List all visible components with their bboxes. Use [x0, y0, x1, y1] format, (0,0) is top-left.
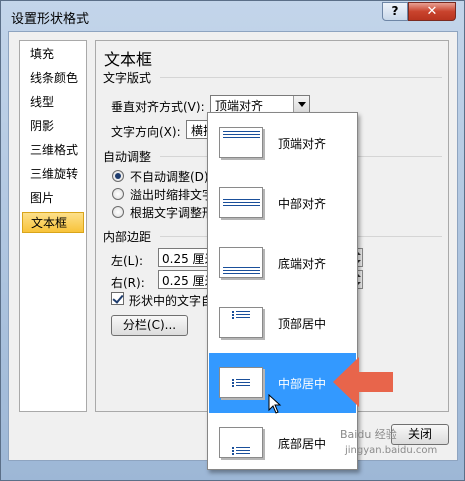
nav-item-line-style[interactable]: 线型	[22, 92, 84, 113]
nav-item-shadow[interactable]: 阴影	[22, 116, 84, 137]
dropdown-option-top-centered[interactable]: 顶部居中	[209, 293, 356, 353]
dropdown-option-label: 中部对齐	[278, 197, 327, 211]
text-layout-section: 文字版式	[103, 71, 152, 85]
nav-item-3d-format[interactable]: 三维格式	[22, 140, 84, 161]
category-list: 填充 线条颜色 线型 阴影 三维格式 三维旋转 图片 文本框	[19, 40, 87, 412]
columns-button[interactable]: 分栏(C)...	[111, 315, 188, 336]
valign-bottom-centered-icon	[219, 427, 263, 458]
valign-top-centered-icon	[219, 307, 263, 338]
valign-middle-centered-icon	[219, 367, 263, 398]
panel-title: 文本框	[104, 50, 153, 69]
autofit-section: 自动调整	[103, 150, 152, 164]
close-window-button[interactable]: ✕	[408, 2, 456, 21]
nav-item-line-color[interactable]: 线条颜色	[22, 68, 84, 89]
right-margin-label: 右(R):	[111, 276, 145, 290]
radio-shrink-on-overflow[interactable]	[112, 188, 124, 200]
watermark-url: jingyan.baidu.com	[345, 445, 438, 456]
title-bar: 设置形状格式 ? ✕	[1, 1, 464, 31]
resize-shape-label: 根据文字调整形	[130, 206, 215, 220]
dropdown-option-bottom-centered[interactable]: 底部居中	[209, 413, 356, 473]
radio-resize-shape[interactable]	[112, 206, 124, 218]
valign-top-icon	[219, 127, 263, 158]
annotation-arrow-icon	[333, 357, 393, 407]
left-margin-label: 左(L):	[111, 254, 144, 268]
nav-item-text-box[interactable]: 文本框	[22, 212, 84, 233]
direction-label: 文字方向(X):	[111, 125, 181, 139]
mouse-cursor-icon	[268, 394, 282, 414]
dropdown-option-middle[interactable]: 中部对齐	[209, 173, 356, 233]
nav-item-3d-rotation[interactable]: 三维旋转	[22, 164, 84, 185]
nav-item-fill[interactable]: 填充	[22, 44, 84, 65]
valign-bottom-icon	[219, 247, 263, 278]
chevron-down-icon[interactable]	[293, 96, 309, 113]
shrink-on-overflow-label: 溢出时缩排文字	[130, 188, 215, 202]
dialog-title: 设置形状格式	[11, 12, 90, 27]
valign-dropdown-list: 顶端对齐 中部对齐 底端对齐 顶部居中 中部居中 底部居中	[207, 112, 358, 470]
valign-label: 垂直对齐方式(V):	[111, 100, 205, 114]
dropdown-option-label: 中部居中	[278, 377, 327, 391]
valign-middle-icon	[219, 187, 263, 218]
dropdown-option-label: 底端对齐	[278, 257, 327, 271]
dropdown-option-top[interactable]: 顶端对齐	[209, 113, 356, 173]
dropdown-option-label: 底部居中	[278, 437, 327, 451]
radio-no-autofit[interactable]	[112, 170, 124, 182]
help-button[interactable]: ?	[382, 2, 408, 21]
divider	[160, 77, 442, 78]
dropdown-option-bottom[interactable]: 底端对齐	[209, 233, 356, 293]
watermark-brand: Baidu 经验	[340, 428, 397, 441]
wrap-text-checkbox[interactable]	[111, 292, 124, 305]
close-button[interactable]: 关闭	[391, 424, 449, 445]
no-autofit-label: 不自动调整(D)	[130, 170, 209, 184]
wrap-text-label: 形状中的文字自	[129, 294, 214, 308]
nav-item-picture[interactable]: 图片	[22, 188, 84, 209]
dropdown-option-label: 顶端对齐	[278, 137, 327, 151]
dropdown-option-label: 顶部居中	[278, 317, 327, 331]
margins-section: 内部边距	[103, 230, 152, 244]
